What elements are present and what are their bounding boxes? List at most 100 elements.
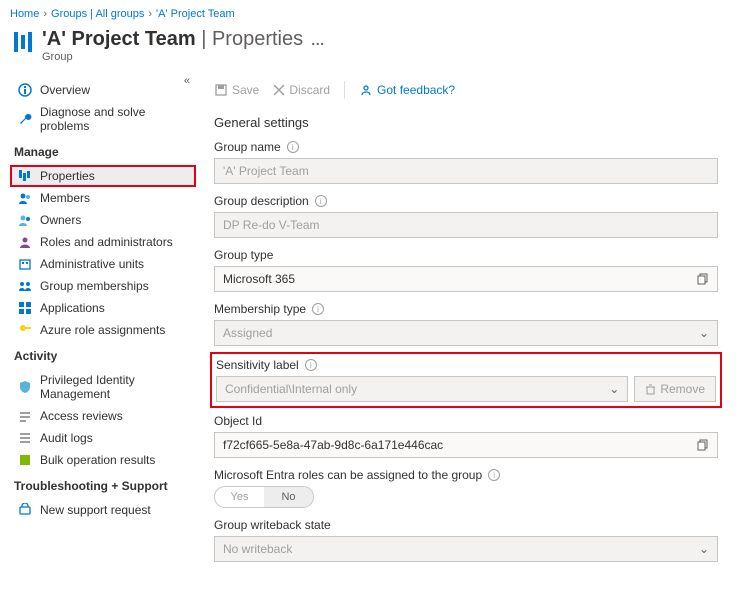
title-sub: Properties xyxy=(212,28,303,50)
pim-icon xyxy=(18,380,32,394)
field-label: Microsoft Entra roles can be assigned to… xyxy=(214,468,482,482)
content: Save Discard Got feedback? General setti… xyxy=(196,75,738,592)
sidebar-item-label: New support request xyxy=(40,503,151,517)
sidebar-item-roles[interactable]: Roles and administrators xyxy=(10,231,196,253)
admin-units-icon xyxy=(18,257,32,271)
writeback-dropdown[interactable]: No writeback ⌄ xyxy=(214,536,718,562)
field-membership-type: Membership type i Assigned ⌄ xyxy=(214,302,718,346)
chevron-right-icon: › xyxy=(43,8,47,20)
entra-roles-toggle[interactable]: Yes No xyxy=(214,486,314,508)
sidebar-item-label: Diagnose and solve problems xyxy=(40,105,192,133)
toggle-no[interactable]: No xyxy=(264,487,313,507)
toolbar-label: Got feedback? xyxy=(377,83,455,97)
field-label: Object Id xyxy=(214,414,262,428)
apps-icon xyxy=(18,301,32,315)
page-title: 'A' Project Team | Properties … xyxy=(42,28,326,51)
group-desc-input[interactable]: DP Re-do V-Team xyxy=(214,212,718,238)
sidebar-item-azure-role[interactable]: Azure role assignments xyxy=(10,319,196,341)
field-label: Membership type xyxy=(214,302,306,316)
page-header: 'A' Project Team | Properties … Group xyxy=(0,24,738,75)
access-reviews-icon xyxy=(18,409,32,423)
sidebar-item-label: Audit logs xyxy=(40,431,93,445)
save-button[interactable]: Save xyxy=(214,83,259,97)
info-icon[interactable]: i xyxy=(287,141,299,153)
sidebar-item-label: Administrative units xyxy=(40,257,144,271)
chevron-down-icon: ⌄ xyxy=(699,326,709,340)
discard-button[interactable]: Discard xyxy=(273,83,330,97)
section-title: General settings xyxy=(214,115,718,130)
divider xyxy=(344,81,345,99)
sidebar-item-label: Roles and administrators xyxy=(40,235,173,249)
field-entra-roles: Microsoft Entra roles can be assigned to… xyxy=(214,468,718,508)
feedback-icon xyxy=(359,83,373,97)
sidebar-item-group-memberships[interactable]: Group memberships xyxy=(10,275,196,297)
sidebar-item-label: Members xyxy=(40,191,90,205)
sidebar-item-pim[interactable]: Privileged Identity Management xyxy=(10,369,196,405)
sidebar-item-audit-logs[interactable]: Audit logs xyxy=(10,427,196,449)
members-icon xyxy=(18,191,32,205)
sidebar-item-properties[interactable]: Properties xyxy=(10,165,196,187)
toggle-yes[interactable]: Yes xyxy=(215,487,264,507)
group-type-input: Microsoft 365 xyxy=(214,266,718,292)
sidebar-item-admin-units[interactable]: Administrative units xyxy=(10,253,196,275)
key-icon xyxy=(18,323,32,337)
sidebar-item-bulk-results[interactable]: Bulk operation results xyxy=(10,449,196,471)
support-icon xyxy=(18,503,32,517)
breadcrumb: Home › Groups | All groups › 'A' Project… xyxy=(0,0,738,24)
sidebar-item-members[interactable]: Members xyxy=(10,187,196,209)
field-label: Group name xyxy=(214,140,281,154)
nav-section-manage: Manage xyxy=(10,137,196,165)
more-icon[interactable]: … xyxy=(311,32,326,48)
membership-type-dropdown[interactable]: Assigned ⌄ xyxy=(214,320,718,346)
breadcrumb-groups[interactable]: Groups | All groups xyxy=(51,8,144,20)
toolbar-label: Save xyxy=(232,83,259,97)
roles-icon xyxy=(18,235,32,249)
field-group-type: Group type Microsoft 365 xyxy=(214,248,718,292)
group-name-input[interactable]: 'A' Project Team xyxy=(214,158,718,184)
trash-icon xyxy=(645,384,656,395)
field-label: Sensitivity label xyxy=(216,358,299,372)
sidebar-item-label: Group memberships xyxy=(40,279,149,293)
breadcrumb-current[interactable]: 'A' Project Team xyxy=(156,8,235,20)
sidebar-item-label: Privileged Identity Management xyxy=(40,373,192,401)
sidebar-item-owners[interactable]: Owners xyxy=(10,209,196,231)
info-icon[interactable]: i xyxy=(315,195,327,207)
sidebar-item-overview[interactable]: Overview xyxy=(10,79,196,101)
field-group-name: Group name i 'A' Project Team xyxy=(214,140,718,184)
field-object-id: Object Id f72cf665-5e8a-47ab-9d8c-6a171e… xyxy=(214,414,718,458)
copy-icon[interactable] xyxy=(697,439,709,451)
sidebar-item-applications[interactable]: Applications xyxy=(10,297,196,319)
sidebar-item-label: Azure role assignments xyxy=(40,323,165,337)
owners-icon xyxy=(18,213,32,227)
sidebar-item-label: Properties xyxy=(40,169,95,183)
info-icon[interactable]: i xyxy=(305,359,317,371)
feedback-button[interactable]: Got feedback? xyxy=(359,83,455,97)
sidebar-item-access-reviews[interactable]: Access reviews xyxy=(10,405,196,427)
title-main: 'A' Project Team xyxy=(42,28,196,50)
field-label: Group writeback state xyxy=(214,518,331,532)
info-icon xyxy=(18,83,32,97)
field-group-desc: Group descriptioni DP Re-do V-Team xyxy=(214,194,718,238)
info-icon[interactable]: i xyxy=(488,469,500,481)
copy-icon[interactable] xyxy=(697,273,709,285)
chevron-right-icon: › xyxy=(148,8,152,20)
resource-kind: Group xyxy=(42,51,326,63)
group-bars-icon xyxy=(14,32,32,52)
nav-section-troubleshoot: Troubleshooting + Support xyxy=(10,471,196,499)
breadcrumb-home[interactable]: Home xyxy=(10,8,39,20)
toolbar: Save Discard Got feedback? xyxy=(214,75,718,109)
object-id-input: f72cf665-5e8a-47ab-9d8c-6a171e446cac xyxy=(214,432,718,458)
sidebar-item-label: Bulk operation results xyxy=(40,453,155,467)
collapse-sidebar-icon[interactable]: « xyxy=(184,75,190,87)
nav-section-activity: Activity xyxy=(10,341,196,369)
sensitivity-highlight: Sensitivity label i Confidential\Internal… xyxy=(214,356,718,404)
sensitivity-dropdown[interactable]: Confidential\Internal only ⌄ xyxy=(216,376,628,402)
sidebar-item-label: Applications xyxy=(40,301,105,315)
sidebar-item-label: Access reviews xyxy=(40,409,123,423)
info-icon[interactable]: i xyxy=(312,303,324,315)
sidebar-item-label: Owners xyxy=(40,213,81,227)
sidebar-item-diagnose[interactable]: Diagnose and solve problems xyxy=(10,101,196,137)
save-icon xyxy=(214,83,228,97)
remove-button[interactable]: Remove xyxy=(634,376,716,402)
sidebar-item-new-support[interactable]: New support request xyxy=(10,499,196,521)
